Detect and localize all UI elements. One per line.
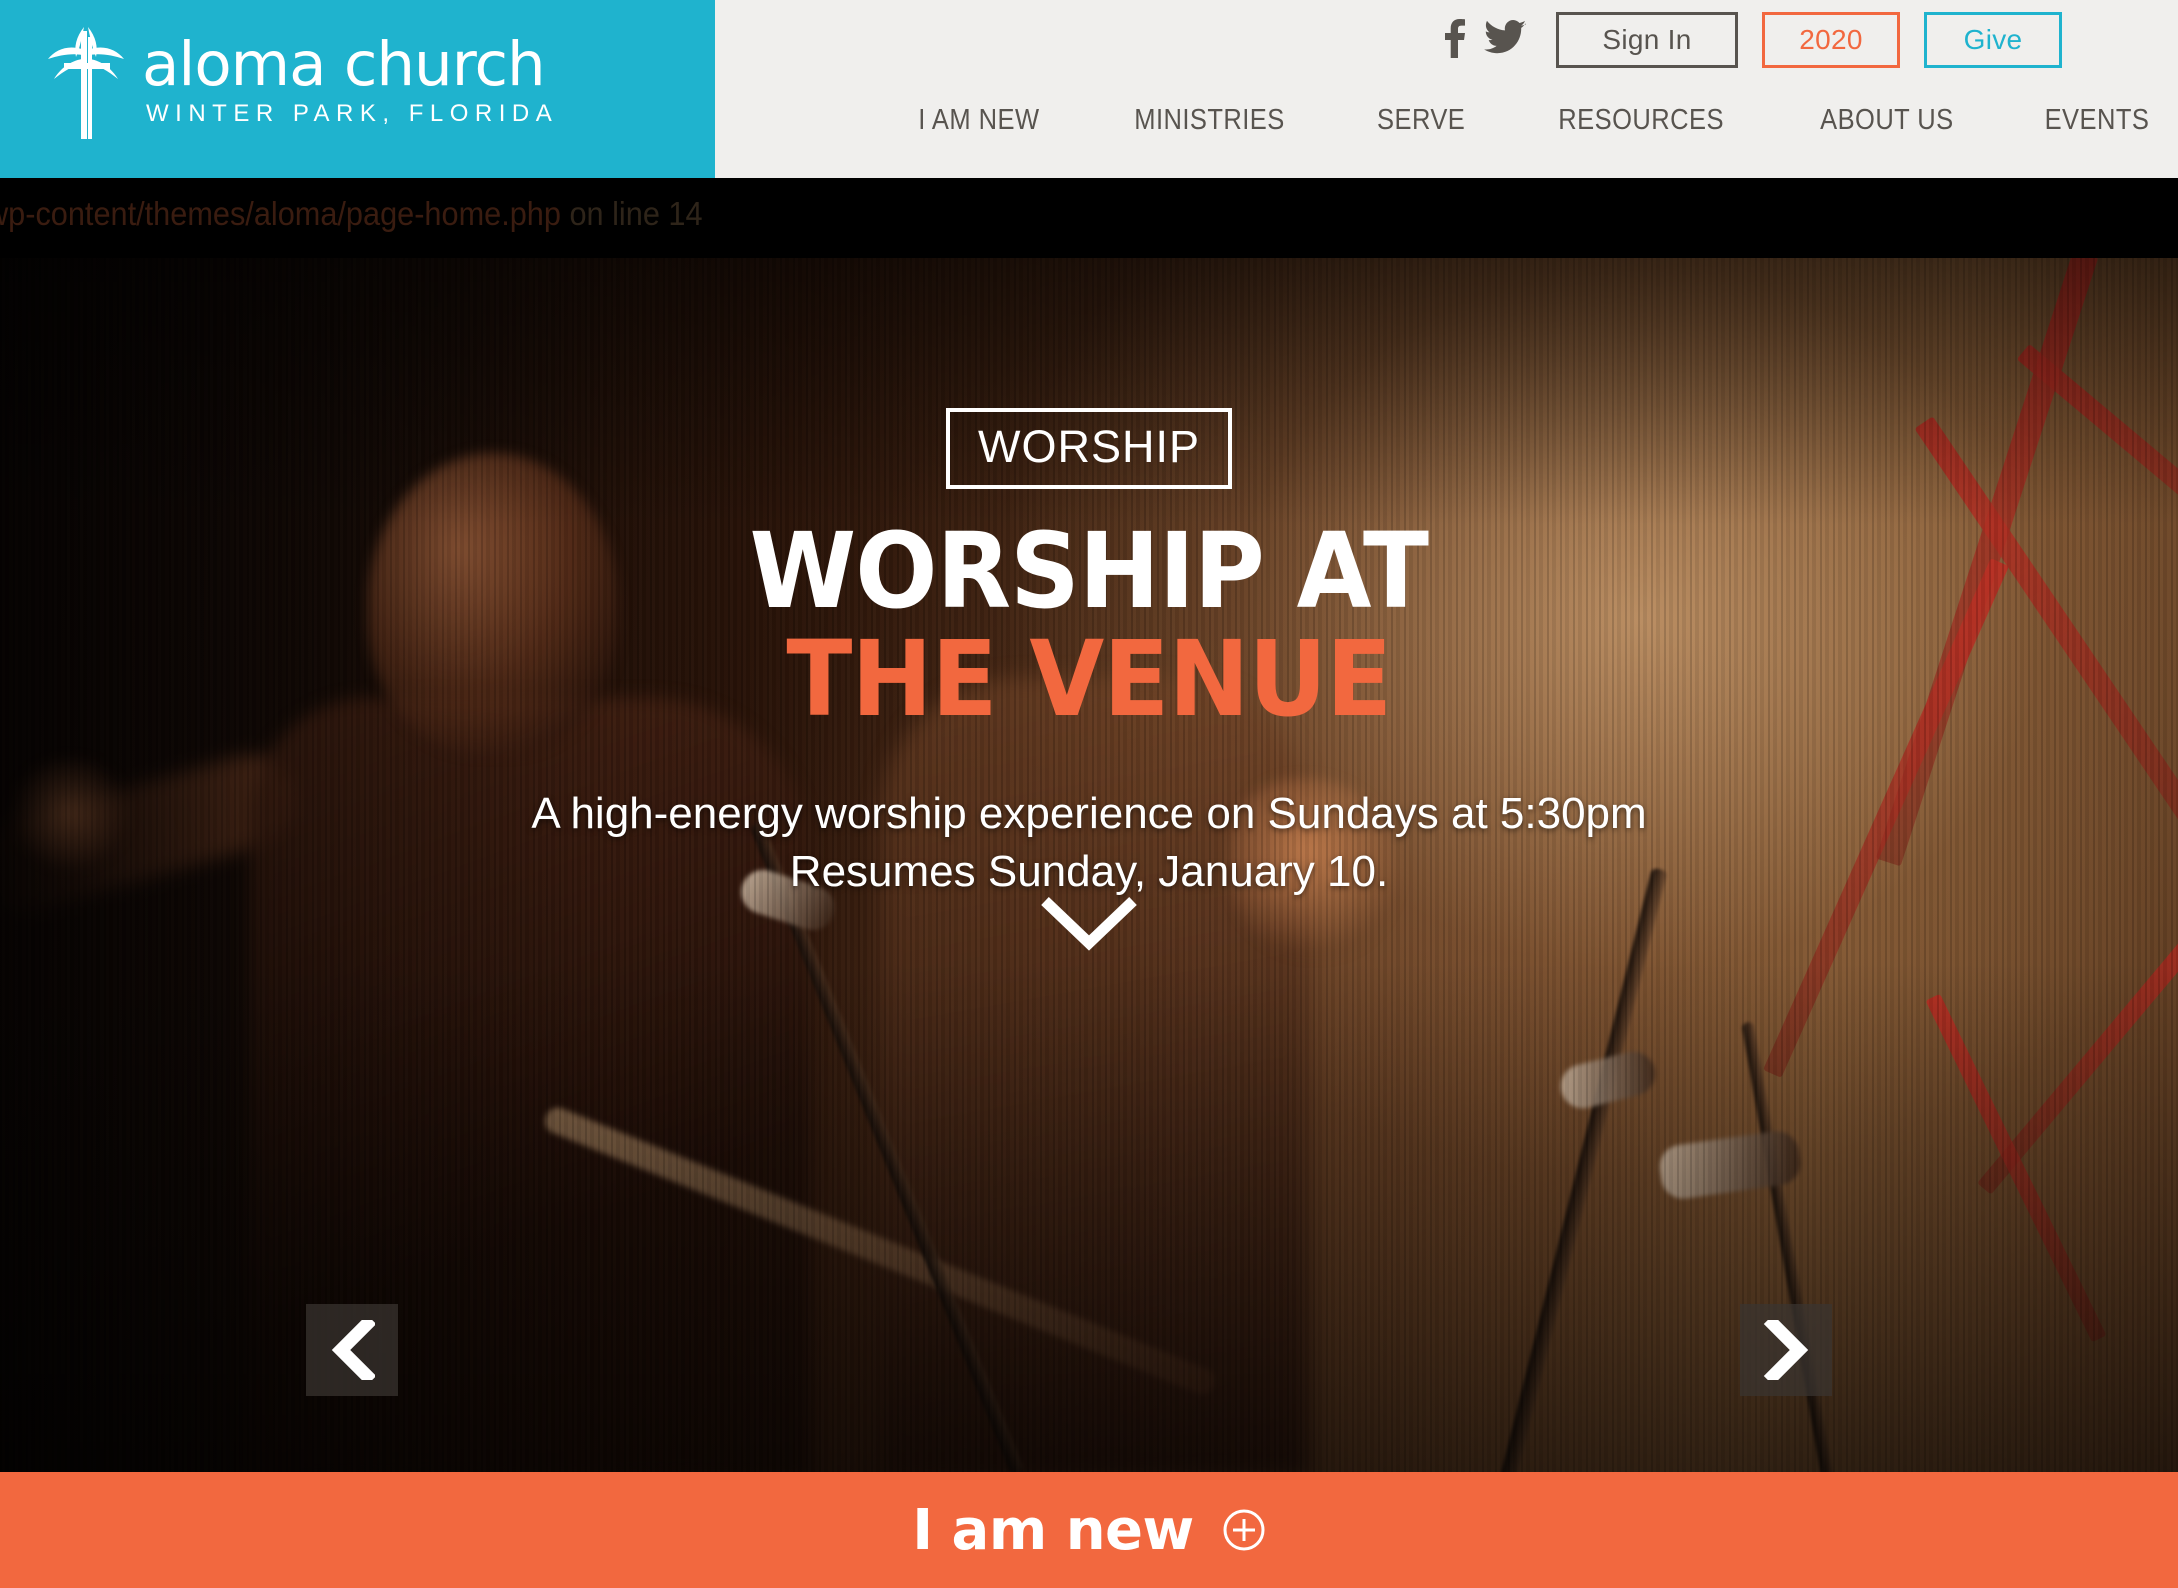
palm-cross-logo-icon xyxy=(44,21,130,143)
plus-circle-icon[interactable] xyxy=(1222,1508,1266,1552)
brand-tagline: WINTER PARK, FLORIDA xyxy=(146,99,559,127)
php-error-line: on line 14 xyxy=(560,195,703,232)
sign-in-button[interactable]: Sign In xyxy=(1556,12,1738,68)
hero-content: WORSHIP WORSHIP AT THE VENUE A high-ener… xyxy=(0,258,2178,1472)
carousel-next-arrow[interactable] xyxy=(1740,1304,1832,1396)
nav-item-serve[interactable]: SERVE xyxy=(1343,104,1498,137)
hero-subtitle-line-2: Resumes Sunday, January 10. xyxy=(789,847,1389,897)
scroll-down-chevron-icon[interactable] xyxy=(1039,895,1139,960)
social-links xyxy=(1444,18,1526,58)
hero-category-badge: WORSHIP xyxy=(945,408,1232,489)
nav-item-about-us[interactable]: ABOUT US xyxy=(1787,104,1987,137)
hero-carousel: WORSHIP WORSHIP AT THE VENUE A high-ener… xyxy=(0,258,2178,1472)
site-header: aloma church WINTER PARK, FLORIDA Sign I… xyxy=(0,0,2178,178)
carousel-prev-arrow[interactable] xyxy=(306,1304,398,1396)
page-root: aloma church WINTER PARK, FLORIDA Sign I… xyxy=(0,0,2178,1588)
i-am-new-bar[interactable]: I am new xyxy=(0,1472,2178,1588)
facebook-icon[interactable] xyxy=(1444,18,1466,58)
hero-headline-line-2: THE VENUE xyxy=(786,618,1393,741)
main-navigation: I AM NEW MINISTRIES SERVE RESOURCES ABOU… xyxy=(715,104,2178,178)
year-2020-button[interactable]: 2020 xyxy=(1762,12,1900,68)
twitter-icon[interactable] xyxy=(1484,18,1526,58)
i-am-new-label: I am new xyxy=(912,1497,1194,1563)
give-button[interactable]: Give xyxy=(1924,12,2062,68)
site-logo[interactable]: aloma church WINTER PARK, FLORIDA xyxy=(0,21,558,143)
nav-item-ministries[interactable]: MINISTRIES xyxy=(1101,104,1318,137)
hero-headline: WORSHIP AT THE VENUE xyxy=(724,517,1454,733)
hero-subtitle-line-1: A high-energy worship experience on Sund… xyxy=(531,789,1647,839)
hero-headline-line-1: WORSHIP AT xyxy=(749,510,1429,632)
nav-item-events[interactable]: EVENTS xyxy=(2011,104,2160,137)
hero-subtitle: A high-energy worship experience on Sund… xyxy=(531,785,1646,901)
brand-block[interactable]: aloma church WINTER PARK, FLORIDA xyxy=(0,0,715,178)
nav-item-i-am-new[interactable]: I AM NEW xyxy=(885,104,1073,137)
php-error-path: wp-content/themes/aloma/page-home.php xyxy=(0,195,561,232)
nav-item-resources[interactable]: RESOURCES xyxy=(1525,104,1757,137)
php-error-notice: wp-content/themes/aloma/page-home.php on… xyxy=(0,178,2178,258)
brand-name: aloma church xyxy=(142,29,546,101)
header-actions: Sign In 2020 Give xyxy=(1556,12,2062,68)
